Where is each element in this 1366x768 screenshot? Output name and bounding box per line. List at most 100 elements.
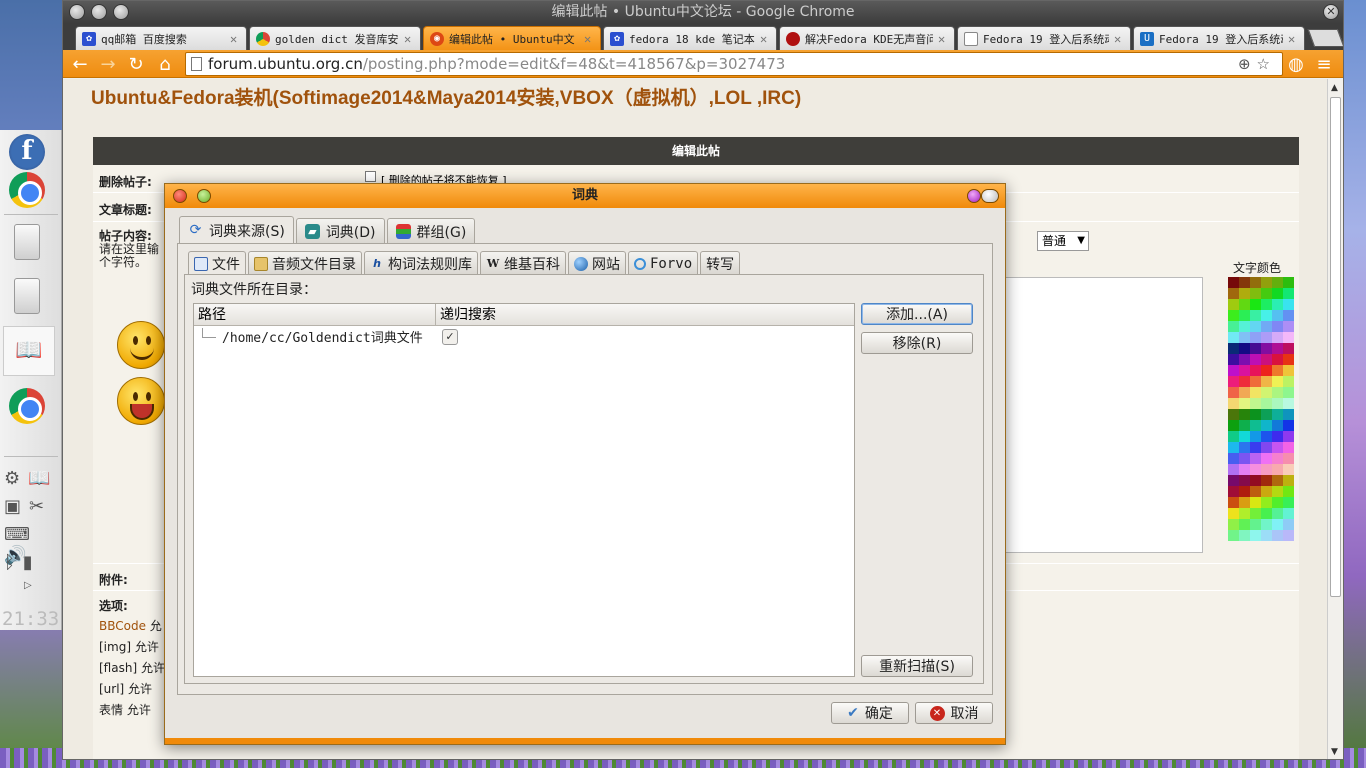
- palette-swatch[interactable]: [1283, 409, 1294, 420]
- tab-close-icon[interactable]: ✕: [404, 32, 414, 46]
- window-close-icon[interactable]: ✕: [1323, 4, 1339, 20]
- palette-swatch[interactable]: [1239, 409, 1250, 420]
- palette-swatch[interactable]: [1261, 365, 1272, 376]
- dialog-shade-button[interactable]: [981, 189, 999, 203]
- palette-swatch[interactable]: [1239, 530, 1250, 541]
- palette-swatch[interactable]: [1239, 321, 1250, 332]
- palette-swatch[interactable]: [1228, 354, 1239, 365]
- palette-swatch[interactable]: [1261, 376, 1272, 387]
- palette-swatch[interactable]: [1272, 453, 1283, 464]
- palette-swatch[interactable]: [1283, 464, 1294, 475]
- settings-tray-icon[interactable]: ⚙📖: [4, 468, 59, 489]
- cancel-button[interactable]: ✕ 取消: [915, 702, 993, 724]
- tab-close-icon[interactable]: ✕: [760, 32, 770, 46]
- palette-swatch[interactable]: [1272, 343, 1283, 354]
- palette-swatch[interactable]: [1283, 453, 1294, 464]
- palette-swatch[interactable]: [1261, 453, 1272, 464]
- palette-swatch[interactable]: [1272, 519, 1283, 530]
- bookmark-star-icon[interactable]: ☆: [1257, 55, 1276, 73]
- palette-swatch[interactable]: [1283, 398, 1294, 409]
- palette-swatch[interactable]: [1228, 519, 1239, 530]
- zoom-icon[interactable]: ⊕: [1238, 55, 1257, 73]
- palette-swatch[interactable]: [1261, 442, 1272, 453]
- palette-swatch[interactable]: [1283, 354, 1294, 365]
- palette-swatch[interactable]: [1228, 453, 1239, 464]
- palette-swatch[interactable]: [1228, 299, 1239, 310]
- palette-swatch[interactable]: [1261, 387, 1272, 398]
- palette-swatch[interactable]: [1239, 387, 1250, 398]
- tab-sound-dirs[interactable]: 音频文件目录: [248, 251, 362, 275]
- palette-swatch[interactable]: [1261, 530, 1272, 541]
- palette-swatch[interactable]: [1250, 310, 1261, 321]
- palette-swatch[interactable]: [1272, 486, 1283, 497]
- palette-swatch[interactable]: [1228, 398, 1239, 409]
- reload-icon[interactable]: ↻: [125, 54, 147, 76]
- palette-swatch[interactable]: [1272, 299, 1283, 310]
- palette-swatch[interactable]: [1261, 475, 1272, 486]
- palette-swatch[interactable]: [1239, 475, 1250, 486]
- forward-arrow-icon[interactable]: →: [97, 54, 119, 76]
- tab-transliteration[interactable]: 转写: [700, 251, 741, 275]
- palette-swatch[interactable]: [1261, 299, 1272, 310]
- tab-fedora-sound[interactable]: 解决Fedora KDE无声音问 ✕: [779, 26, 955, 50]
- palette-swatch[interactable]: [1261, 354, 1272, 365]
- extension-globe-icon[interactable]: ◍: [1285, 54, 1307, 76]
- palette-swatch[interactable]: [1283, 332, 1294, 343]
- palette-swatch[interactable]: [1261, 497, 1272, 508]
- palette-swatch[interactable]: [1250, 519, 1261, 530]
- palette-swatch[interactable]: [1283, 343, 1294, 354]
- palette-swatch[interactable]: [1250, 475, 1261, 486]
- scroll-up-icon[interactable]: ▲: [1331, 83, 1338, 93]
- palette-swatch[interactable]: [1250, 387, 1261, 398]
- bluetooth-battery-tray-icon[interactable]: ᛒ▮: [4, 552, 41, 573]
- palette-swatch[interactable]: [1250, 398, 1261, 409]
- palette-swatch[interactable]: [1228, 475, 1239, 486]
- palette-swatch[interactable]: [1228, 431, 1239, 442]
- palette-swatch[interactable]: [1272, 354, 1283, 365]
- palette-swatch[interactable]: [1239, 354, 1250, 365]
- font-size-select[interactable]: 普通 ▼: [1037, 231, 1089, 251]
- dialog-keep-above-button[interactable]: [967, 189, 981, 203]
- palette-swatch[interactable]: [1261, 508, 1272, 519]
- palette-swatch[interactable]: [1261, 398, 1272, 409]
- palette-swatch[interactable]: [1228, 332, 1239, 343]
- palette-swatch[interactable]: [1283, 310, 1294, 321]
- color-palette[interactable]: [1228, 277, 1294, 541]
- palette-swatch[interactable]: [1261, 332, 1272, 343]
- palette-swatch[interactable]: [1272, 332, 1283, 343]
- palette-swatch[interactable]: [1239, 310, 1250, 321]
- palette-swatch[interactable]: [1250, 442, 1261, 453]
- palette-swatch[interactable]: [1239, 398, 1250, 409]
- palette-swatch[interactable]: [1250, 288, 1261, 299]
- palette-swatch[interactable]: [1261, 431, 1272, 442]
- palette-swatch[interactable]: [1261, 420, 1272, 431]
- palette-swatch[interactable]: [1239, 431, 1250, 442]
- palette-swatch[interactable]: [1283, 321, 1294, 332]
- palette-swatch[interactable]: [1228, 442, 1239, 453]
- tab-groups[interactable]: 群组(G): [386, 218, 476, 244]
- palette-swatch[interactable]: [1283, 387, 1294, 398]
- palette-swatch[interactable]: [1239, 332, 1250, 343]
- post-title[interactable]: Ubuntu&Fedora装机(Softimage2014&Maya2014安装…: [91, 83, 801, 110]
- new-tab-button[interactable]: [1307, 29, 1343, 47]
- expand-tray-icon[interactable]: ▷: [24, 580, 40, 591]
- palette-swatch[interactable]: [1228, 365, 1239, 376]
- tab-morphology[interactable]: h 构词法规则库: [364, 251, 478, 275]
- palette-swatch[interactable]: [1228, 343, 1239, 354]
- palette-swatch[interactable]: [1272, 321, 1283, 332]
- palette-swatch[interactable]: [1261, 277, 1272, 288]
- palette-swatch[interactable]: [1250, 321, 1261, 332]
- palette-swatch[interactable]: [1228, 420, 1239, 431]
- palette-swatch[interactable]: [1272, 420, 1283, 431]
- palette-swatch[interactable]: [1250, 277, 1261, 288]
- add-button[interactable]: 添加...(A): [861, 303, 973, 325]
- dialog-minimize-button[interactable]: [197, 189, 211, 203]
- dictionary-paths-list[interactable]: 路径 递归搜索 /home/cc/Goldendict词典文件 ✓: [193, 303, 855, 677]
- palette-swatch[interactable]: [1283, 508, 1294, 519]
- palette-swatch[interactable]: [1239, 420, 1250, 431]
- palette-swatch[interactable]: [1272, 475, 1283, 486]
- bbcode-link[interactable]: BBCode: [99, 619, 146, 633]
- palette-swatch[interactable]: [1272, 431, 1283, 442]
- palette-swatch[interactable]: [1239, 343, 1250, 354]
- palette-swatch[interactable]: [1283, 486, 1294, 497]
